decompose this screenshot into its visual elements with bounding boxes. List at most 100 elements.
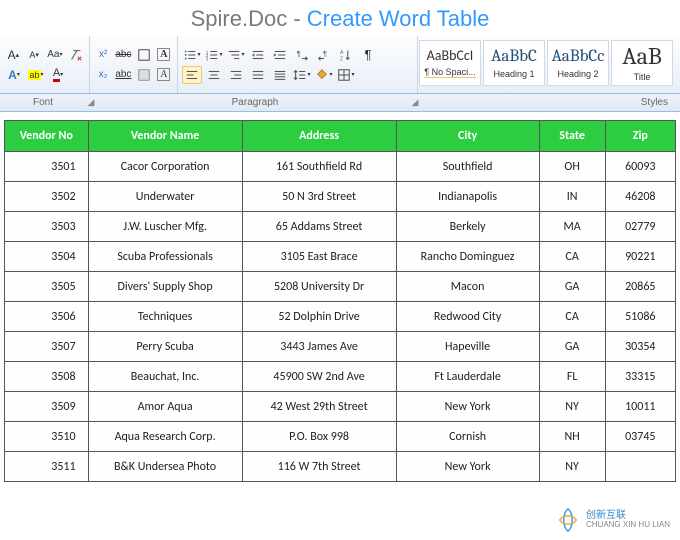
bullets-button[interactable]: ▾	[182, 46, 202, 64]
change-case-button[interactable]: Aa▾	[46, 46, 65, 64]
table-cell: 5208 University Dr	[242, 272, 396, 302]
table-cell: 161 Southfield Rd	[242, 152, 396, 182]
table-cell: 3105 East Brace	[242, 242, 396, 272]
title-blue: Create Word Table	[307, 6, 490, 31]
table-cell: 3509	[5, 392, 89, 422]
table-cell: New York	[396, 392, 539, 422]
table-row: 3501Cacor Corporation161 Southfield RdSo…	[5, 152, 676, 182]
table-cell: 30354	[605, 332, 675, 362]
distributed-button[interactable]	[270, 66, 290, 84]
svg-text:A: A	[340, 50, 344, 56]
ltr-direction-button[interactable]: ¶	[292, 46, 312, 64]
table-cell: Rancho Dominguez	[396, 242, 539, 272]
table-cell: Techniques	[88, 302, 242, 332]
table-cell: 90221	[605, 242, 675, 272]
rtl-direction-button[interactable]: ¶	[314, 46, 334, 64]
align-right-button[interactable]	[226, 66, 246, 84]
style-title[interactable]: AaBTitle	[611, 40, 673, 86]
text-effects-button[interactable]: A▾	[4, 66, 24, 84]
table-cell: 03745	[605, 422, 675, 452]
font-dialog-launcher[interactable]: ◢	[86, 97, 100, 108]
paragraph-group-b: ▾ 123▾ ▾ ¶ ¶ AZ ¶ ▾ ▾ ▾	[178, 36, 418, 93]
table-cell: GA	[539, 272, 605, 302]
th-vendor-no: Vendor No	[5, 121, 89, 152]
line-spacing-button[interactable]: ▾	[292, 66, 312, 84]
table-cell: Perry Scuba	[88, 332, 242, 362]
table-row: 3506Techniques52 Dolphin DriveRedwood Ci…	[5, 302, 676, 332]
shading-button[interactable]: ▾	[314, 66, 334, 84]
style-no-spacing[interactable]: AaBbCcI¶ No Spaci...	[419, 40, 481, 86]
multilevel-list-button[interactable]: ▾	[226, 46, 246, 64]
table-cell: Amor Aqua	[88, 392, 242, 422]
svg-text:¶: ¶	[323, 50, 327, 57]
clear-formatting-button[interactable]	[66, 46, 85, 64]
table-cell: 3503	[5, 212, 89, 242]
table-cell: 3505	[5, 272, 89, 302]
subscript-button[interactable]: x₂	[94, 66, 112, 84]
table-cell: OH	[539, 152, 605, 182]
table-cell: Macon	[396, 272, 539, 302]
sort-button[interactable]: AZ	[336, 46, 356, 64]
table-row: 3502Underwater50 N 3rd StreetIndianapoli…	[5, 182, 676, 212]
table-cell: Underwater	[88, 182, 242, 212]
table-cell: 3507	[5, 332, 89, 362]
table-cell	[605, 452, 675, 482]
title-gray: Spire.Doc -	[191, 6, 307, 31]
table-cell: Cacor Corporation	[88, 152, 242, 182]
th-zip: Zip	[605, 121, 675, 152]
style-heading-1[interactable]: AaBbCHeading 1	[483, 40, 545, 86]
table-cell: Aqua Research Corp.	[88, 422, 242, 452]
shrink-font-button[interactable]: A▾	[25, 46, 44, 64]
increase-indent-button[interactable]	[270, 46, 290, 64]
style-heading-2[interactable]: AaBbCcHeading 2	[547, 40, 609, 86]
table-cell: Cornish	[396, 422, 539, 452]
watermark-text: 创新互联CHUANG XIN HU LIAN	[586, 510, 670, 530]
paragraph-dialog-launcher[interactable]: ◢	[410, 97, 424, 108]
table-cell: 20865	[605, 272, 675, 302]
char-border-button[interactable]: A	[155, 66, 173, 84]
table-cell: 3510	[5, 422, 89, 452]
shading-a-button[interactable]: A	[155, 46, 173, 64]
table-cell: 116 W 7th Street	[242, 452, 396, 482]
table-cell: FL	[539, 362, 605, 392]
table-row: 3508Beauchat, Inc.45900 SW 2nd AveFt Lau…	[5, 362, 676, 392]
grow-font-button[interactable]: A▴	[4, 46, 23, 64]
table-cell: 3511	[5, 452, 89, 482]
decrease-indent-button[interactable]	[248, 46, 268, 64]
align-center-button[interactable]	[204, 66, 224, 84]
justify-button[interactable]	[248, 66, 268, 84]
styles-gallery[interactable]: AaBbCcI¶ No Spaci... AaBbCHeading 1 AaBb…	[418, 36, 680, 93]
fill-button[interactable]	[135, 66, 153, 84]
ribbon-group-labels: Font◢ Paragraph◢ Styles	[0, 94, 680, 112]
watermark: 创新互联CHUANG XIN HU LIAN	[548, 504, 676, 536]
strikethrough-button[interactable]: abc	[114, 46, 132, 64]
table-cell: Hapeville	[396, 332, 539, 362]
superscript-button[interactable]: x²	[94, 46, 112, 64]
numbering-button[interactable]: 123▾	[204, 46, 224, 64]
border-button[interactable]	[135, 46, 153, 64]
table-cell: 51086	[605, 302, 675, 332]
ribbon: A▴ A▾ Aa▾ A▾ ab▾ A▾ x² abc A x₂ abc A ▾ …	[0, 36, 680, 94]
font-color-button[interactable]: A▾	[48, 66, 68, 84]
svg-text:3: 3	[206, 56, 209, 61]
paragraph-group-a: x² abc A x₂ abc A	[90, 36, 178, 93]
underline-button[interactable]: abc	[114, 66, 132, 84]
align-left-button[interactable]	[182, 66, 202, 84]
font-group-buttons: A▴ A▾ Aa▾ A▾ ab▾ A▾	[0, 36, 90, 93]
svg-text:¶: ¶	[297, 50, 301, 57]
highlight-button[interactable]: ab▾	[26, 66, 46, 84]
table-cell: 10011	[605, 392, 675, 422]
show-marks-button[interactable]: ¶	[358, 46, 378, 64]
table-cell: GA	[539, 332, 605, 362]
table-cell: 3502	[5, 182, 89, 212]
table-cell: Redwood City	[396, 302, 539, 332]
table-cell: Ft Lauderdale	[396, 362, 539, 392]
table-cell: 65 Addams Street	[242, 212, 396, 242]
table-row: 3505Divers' Supply Shop5208 University D…	[5, 272, 676, 302]
table-cell: 60093	[605, 152, 675, 182]
table-cell: IN	[539, 182, 605, 212]
table-cell: 3508	[5, 362, 89, 392]
table-cell: NY	[539, 452, 605, 482]
borders-button[interactable]: ▾	[336, 66, 356, 84]
table-cell: Scuba Professionals	[88, 242, 242, 272]
